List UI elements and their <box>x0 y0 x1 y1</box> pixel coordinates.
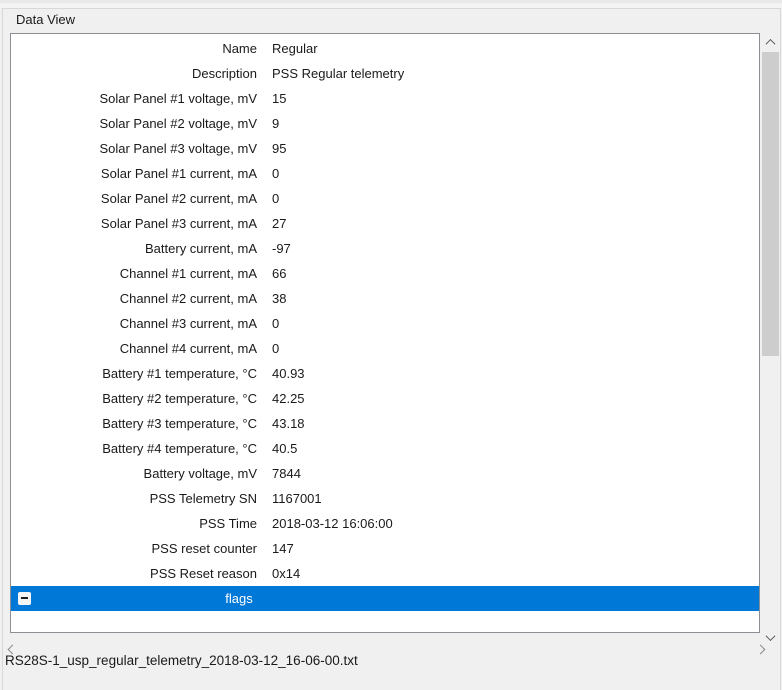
row-value: 7844 <box>272 466 301 481</box>
chevron-up-icon <box>766 39 776 49</box>
telemetry-tree-panel[interactable]: Name Regular Description PSS Regular tel… <box>10 33 760 633</box>
row-value: 43.18 <box>272 416 305 431</box>
vertical-scrollbar[interactable] <box>762 34 779 646</box>
row-value: 0 <box>272 341 279 356</box>
row-value: -97 <box>272 241 291 256</box>
table-row[interactable]: Channel #4 current, mA 0 <box>11 336 759 361</box>
row-value: Regular <box>272 41 318 56</box>
row-value: 66 <box>272 266 286 281</box>
row-label: Solar Panel #3 voltage, mV <box>11 141 257 156</box>
row-value: 147 <box>272 541 294 556</box>
table-row[interactable]: Battery voltage, mV 7844 <box>11 461 759 486</box>
row-label: Channel #3 current, mA <box>11 316 257 331</box>
row-value: 38 <box>272 291 286 306</box>
row-value: 0 <box>272 166 279 181</box>
row-label: Name <box>11 41 257 56</box>
row-value: 2018-03-12 16:06:00 <box>272 516 393 531</box>
row-label: Battery voltage, mV <box>11 466 257 481</box>
row-value: 27 <box>272 216 286 231</box>
chevron-right-icon <box>756 645 766 655</box>
row-label: Solar Panel #1 current, mA <box>11 166 257 181</box>
row-label: PSS Reset reason <box>11 566 257 581</box>
table-row[interactable]: PSS Time 2018-03-12 16:06:00 <box>11 511 759 536</box>
row-label: Solar Panel #2 current, mA <box>11 191 257 206</box>
row-value: PSS Regular telemetry <box>272 66 404 81</box>
row-value: 0x14 <box>272 566 300 581</box>
row-value: 42.25 <box>272 391 305 406</box>
flags-group-label: flags <box>11 586 467 611</box>
row-label: PSS Time <box>11 516 257 531</box>
vertical-scrollbar-thumb[interactable] <box>762 52 779 356</box>
table-row[interactable]: Battery #4 temperature, °C 40.5 <box>11 436 759 461</box>
scroll-right-button[interactable] <box>752 641 769 658</box>
table-row[interactable]: Description PSS Regular telemetry <box>11 61 759 86</box>
row-label: Battery #2 temperature, °C <box>11 391 257 406</box>
scroll-up-button[interactable] <box>762 34 779 51</box>
row-label: Solar Panel #3 current, mA <box>11 216 257 231</box>
row-label: PSS reset counter <box>11 541 257 556</box>
row-value: 95 <box>272 141 286 156</box>
row-label: Battery #4 temperature, °C <box>11 441 257 456</box>
row-value: 15 <box>272 91 286 106</box>
row-label: Battery #3 temperature, °C <box>11 416 257 431</box>
table-row[interactable]: Battery #1 temperature, °C 40.93 <box>11 361 759 386</box>
row-value: 40.5 <box>272 441 297 456</box>
row-value: 9 <box>272 116 279 131</box>
row-label: Channel #4 current, mA <box>11 341 257 356</box>
table-row[interactable]: Solar Panel #1 voltage, mV 15 <box>11 86 759 111</box>
table-row[interactable]: Solar Panel #1 current, mA 0 <box>11 161 759 186</box>
row-label: PSS Telemetry SN <box>11 491 257 506</box>
table-row[interactable]: Channel #3 current, mA 0 <box>11 311 759 336</box>
row-label: Channel #1 current, mA <box>11 266 257 281</box>
row-label: Channel #2 current, mA <box>11 291 257 306</box>
row-value: 0 <box>272 316 279 331</box>
table-row[interactable]: Solar Panel #2 current, mA 0 <box>11 186 759 211</box>
rows-container: Name Regular Description PSS Regular tel… <box>11 34 759 586</box>
row-value: 40.93 <box>272 366 305 381</box>
flags-group-row[interactable]: flags <box>11 586 759 611</box>
table-row[interactable]: Name Regular <box>11 36 759 61</box>
row-value: 1167001 <box>272 491 322 506</box>
row-value: 0 <box>272 191 279 206</box>
table-row[interactable]: PSS reset counter 147 <box>11 536 759 561</box>
table-row[interactable]: Battery current, mA -97 <box>11 236 759 261</box>
row-label: Battery current, mA <box>11 241 257 256</box>
row-label: Battery #1 temperature, °C <box>11 366 257 381</box>
table-row[interactable]: PSS Reset reason 0x14 <box>11 561 759 586</box>
chevron-down-icon <box>766 631 776 641</box>
table-row[interactable]: Channel #2 current, mA 38 <box>11 286 759 311</box>
table-row[interactable]: PSS Telemetry SN 1167001 <box>11 486 759 511</box>
table-row[interactable]: Battery #2 temperature, °C 42.25 <box>11 386 759 411</box>
status-filename: RS28S-1_usp_regular_telemetry_2018-03-12… <box>5 653 358 668</box>
row-label: Solar Panel #1 voltage, mV <box>11 91 257 106</box>
table-row[interactable]: Channel #1 current, mA 66 <box>11 261 759 286</box>
table-row[interactable]: Solar Panel #3 current, mA 27 <box>11 211 759 236</box>
table-row[interactable]: Solar Panel #3 voltage, mV 95 <box>11 136 759 161</box>
row-label: Solar Panel #2 voltage, mV <box>11 116 257 131</box>
row-label: Description <box>11 66 257 81</box>
table-row[interactable]: Battery #3 temperature, °C 43.18 <box>11 411 759 436</box>
groupbox-title: Data View <box>14 12 77 27</box>
table-row[interactable]: Solar Panel #2 voltage, mV 9 <box>11 111 759 136</box>
